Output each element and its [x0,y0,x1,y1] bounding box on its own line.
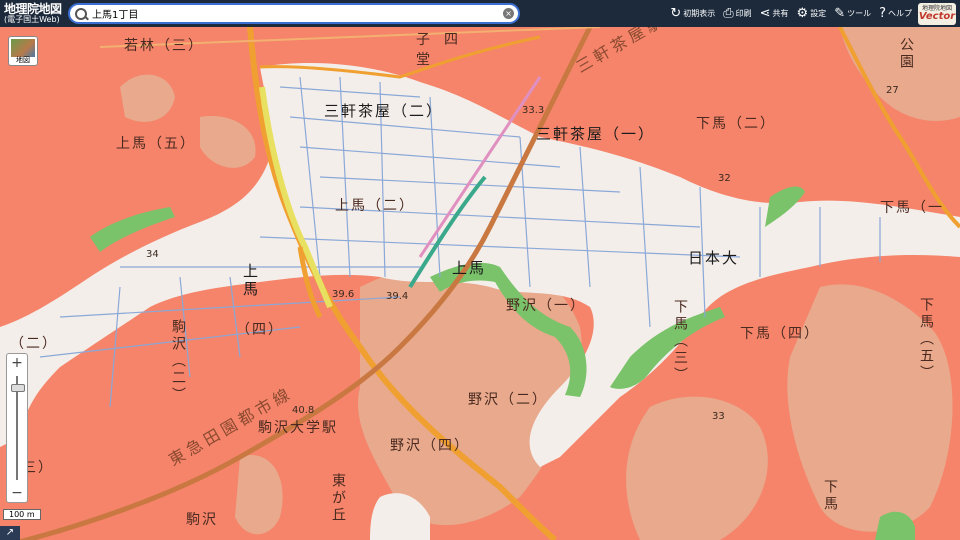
pen-icon: ✎ [834,6,846,21]
elevation-39-4: 39.4 [386,291,409,302]
clear-icon[interactable]: × [503,8,514,19]
search-input[interactable] [88,7,503,20]
zoom-out-button[interactable]: − [7,484,27,502]
elevation-33: 33 [712,411,725,422]
basemap-label: 地図 [16,56,30,64]
basemap-thumbnail-icon [11,39,35,57]
elevation-33-3: 33.3 [522,105,545,116]
settings-label: 設定 [810,9,827,18]
zoom-slider-handle[interactable] [11,384,25,392]
elevation-27: 27 [886,85,899,96]
label-park-shi: 四 [444,32,460,48]
label-kamiuma-2: 上馬（二） [335,198,415,214]
label-sangenjaya-2: 三軒茶屋（二） [324,102,444,120]
map-canvas[interactable]: 三軒茶屋（二） 三軒茶屋（一） 三軒茶屋駅 若林（三） 上馬（五） 上馬（二） … [0,27,960,540]
elevation-39-6: 39.6 [332,289,355,300]
brand-subtitle: (電子国土Web) [4,15,60,24]
label-shimouma-2: 下馬（二） [696,116,776,132]
elevation-34: 34 [146,249,159,260]
printer-icon: ⎙ [723,6,734,21]
label-komazawa-bottom: 駒沢 [186,512,218,528]
basemap-switch-button[interactable]: 地図 [8,36,38,66]
zoom-control[interactable]: + − [6,353,28,503]
map-graphics [0,27,960,540]
label-shimouma-bottom: 下馬 [822,479,838,513]
vector-map-button[interactable]: 地理院地図 Vector [918,2,956,25]
search-icon[interactable] [74,7,88,21]
label-kamiuma-4: （四） [236,322,284,338]
header-bar: 地理院地図 (電子国土Web) × ↻初期表示 ⎙印刷 ⋖共有 ⚙設定 ✎ツール… [0,0,960,27]
label-komazawa-univ-station: 駒沢大学駅 [258,420,338,436]
label-park-do: 堂 [416,52,432,68]
label-nozawa-4: 野沢（四） [390,438,470,454]
label-shimouma-1: 下馬（一 [880,200,944,216]
settings-button[interactable]: ⚙ 設定 [797,7,827,20]
label-higashigaoka: 東が丘 [330,473,346,524]
label-park: 公園 [898,37,914,71]
label-kamiuma-5: 上馬（五） [116,136,196,152]
refresh-icon: ↻ [670,6,682,21]
label-kamiuma-vertical: 上馬 [241,263,259,299]
label-sangenjaya-1: 三軒茶屋（一） [536,125,656,143]
help-label: ヘルプ [888,9,912,18]
scale-bar: 100 m [3,509,41,520]
label-shimouma-5: 下馬（五） [918,297,934,382]
vector-brand-bottom: Vector [918,10,956,22]
print-label: 印刷 [735,9,752,18]
help-button[interactable]: ? ヘルプ [879,7,912,20]
label-shimouma-4: 下馬（四） [740,326,820,342]
reset-view-button[interactable]: ↻ 初期表示 [670,7,715,20]
label-nozawa-1: 野沢（一） [506,298,586,314]
share-button[interactable]: ⋖ 共有 [760,7,789,20]
tools-label: ツール [847,9,872,18]
help-icon: ? [879,6,886,21]
label-nozawa-2: 野沢（二） [468,392,548,408]
expand-icon[interactable]: ↗ [0,526,20,540]
zoom-in-button[interactable]: + [7,354,27,372]
tools-button[interactable]: ✎ ツール [834,7,871,20]
label-shimouma-3: 下馬（三） [672,299,688,384]
share-label: 共有 [772,9,789,18]
label-nihondai: 日本大 [688,249,740,267]
elevation-40-8: 40.8 [292,405,315,416]
label-komazawa-vertical: 駒沢（二） [170,319,186,404]
label-komazawa-paren-2: （二） [10,336,58,352]
label-park-top: 子 [416,32,432,48]
reset-view-label: 初期表示 [683,9,716,18]
elevation-32: 32 [718,173,731,184]
search-box[interactable]: × [68,3,520,24]
label-wakabayashi-3: 若林（三） [124,38,204,54]
toolbar: ↻ 初期表示 ⎙ 印刷 ⋖ 共有 ⚙ 設定 ✎ ツール ? ヘルプ 地理院地図 Vector [662,0,956,27]
gear-icon: ⚙ [796,6,809,21]
share-icon: ⋖ [759,6,771,21]
print-button[interactable]: ⎙ 印刷 [723,7,751,20]
label-kamiuma-small: 上馬 [452,259,487,277]
brand-title: 地理院地図 [4,2,62,16]
brand-logo[interactable]: 地理院地図 (電子国土Web) [4,3,66,24]
